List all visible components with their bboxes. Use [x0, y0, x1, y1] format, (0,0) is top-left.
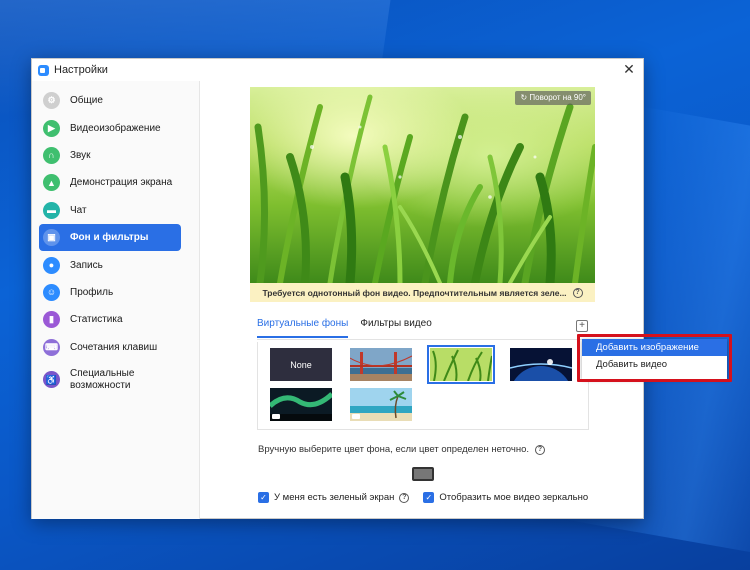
window-title: Настройки: [54, 64, 108, 76]
sidebar-item-label: Видеоизображение: [70, 122, 161, 134]
add-background-plus-icon[interactable]: +: [576, 320, 588, 332]
video-camera-icon: [272, 414, 280, 419]
sidebar-item[interactable]: ▲ Демонстрация экрана: [39, 169, 181, 196]
tab-video-filters[interactable]: Фильтры видео: [360, 318, 431, 338]
green-screen-notice: Требуется однотонный фон видео. Предпочт…: [250, 283, 595, 302]
grass-preview-image: [254, 94, 595, 283]
profile-icon: ☺: [43, 283, 60, 301]
notice-text: Требуется однотонный фон видео. Предпочт…: [262, 287, 567, 298]
mirror-option: ✓ Отобразить мое видео зеркально: [423, 492, 588, 503]
rotate-90-button[interactable]: ↻ Поворот на 90°: [515, 91, 591, 105]
sidebar-item[interactable]: ⌨ Сочетания клавиш: [39, 334, 181, 361]
video-camera-icon: ▶: [43, 119, 60, 137]
sidebar-item[interactable]: ● Запись: [39, 251, 181, 278]
background-tabs: Виртуальные фоны Фильтры видео: [257, 318, 432, 338]
sidebar-item[interactable]: ▮ Статистика: [39, 306, 181, 333]
background-none[interactable]: None: [270, 348, 332, 381]
gear-icon: ⚙: [43, 92, 60, 110]
sidebar-item-label: Общие: [70, 95, 103, 107]
none-label: None: [290, 359, 312, 370]
keyboard-icon: ⌨: [43, 338, 60, 356]
help-icon[interactable]: ?: [572, 287, 583, 298]
screen-share-icon: ▲: [43, 174, 60, 192]
mirror-video-label: Отобразить мое видео зеркально: [439, 492, 589, 503]
chat-bubble-icon: ▬: [43, 201, 60, 219]
sidebar-item-label: Запись: [70, 259, 103, 271]
background-preview: ↻ Поворот на 90°: [250, 87, 595, 283]
add-background-menu: Добавить изображение Добавить видео: [582, 339, 727, 379]
sidebar-item-label: Звук: [70, 149, 91, 161]
sidebar-item[interactable]: ⚙ Общие: [39, 87, 181, 114]
record-icon: ●: [43, 256, 60, 274]
sidebar-item-label: Специальные возможности: [70, 367, 135, 391]
sidebar-item-label: Демонстрация экрана: [70, 177, 173, 189]
sidebar-item[interactable]: ▣ Фон и фильтры: [39, 223, 181, 252]
sidebar-item[interactable]: ▬ Чат: [39, 197, 181, 224]
sidebar-item[interactable]: ♿ Специальные возможности: [39, 361, 181, 399]
mirror-video-checkbox[interactable]: ✓: [423, 492, 435, 503]
green-screen-option: ✓ У меня есть зеленый экран ?: [258, 492, 410, 503]
sidebar-item[interactable]: ▶ Видеоизображение: [39, 114, 181, 141]
accessibility-icon: ♿: [43, 371, 60, 389]
tab-virtual-backgrounds[interactable]: Виртуальные фоны: [257, 318, 349, 338]
green-screen-label: У меня есть зеленый экран: [274, 492, 395, 503]
manual-color-text: Вручную выберите цвет фона, если цвет оп…: [258, 444, 529, 455]
background-color-picker[interactable]: [412, 467, 434, 481]
sidebar-item-label: Сочетания клавиш: [70, 341, 158, 353]
green-screen-checkbox[interactable]: ✓: [258, 492, 269, 503]
options-row: ✓ У меня есть зеленый экран ? ✓ Отобрази…: [258, 492, 588, 503]
rotate-label: Поворот на 90°: [529, 93, 586, 102]
statistics-icon: ▮: [43, 311, 60, 329]
manual-color-row: Вручную выберите цвет фона, если цвет оп…: [258, 444, 545, 455]
tabs-divider: [257, 339, 589, 340]
background-beach-video[interactable]: [350, 388, 412, 421]
help-icon[interactable]: ?: [399, 492, 410, 503]
sidebar-item-label: Статистика: [70, 314, 123, 326]
background-earth-space[interactable]: [510, 348, 572, 381]
background-grass[interactable]: [427, 345, 495, 384]
background-golden-gate[interactable]: [350, 348, 412, 381]
headphones-icon: ∩: [43, 146, 60, 164]
help-icon[interactable]: ?: [535, 444, 545, 455]
close-icon[interactable]: ✕: [621, 61, 637, 77]
settings-sidebar: ⚙ Общие ▶ Видеоизображение ∩ Звук ▲ Демонстраци…: [32, 81, 200, 519]
sidebar-item-label: Профиль: [70, 286, 114, 298]
background-gallery: None: [257, 342, 589, 430]
background-aurora-video[interactable]: [270, 388, 332, 421]
menu-item-add-video[interactable]: Добавить видео: [582, 356, 727, 373]
background-filter-icon: ▣: [43, 229, 60, 247]
zoom-app-icon: [38, 64, 49, 76]
sidebar-item-label: Чат: [70, 204, 87, 216]
video-camera-icon: [352, 414, 360, 419]
title-bar: Настройки ✕: [32, 59, 643, 81]
sidebar-item-label: Фон и фильтры: [70, 232, 149, 244]
sidebar-item[interactable]: ∩ Звук: [39, 142, 181, 169]
settings-window: Настройки ✕ ⚙ Общие ▶ Видеоизображение ∩ Звук…: [31, 58, 644, 519]
menu-item-add-image[interactable]: Добавить изображение: [582, 339, 727, 356]
sidebar-item[interactable]: ☺ Профиль: [39, 279, 181, 306]
